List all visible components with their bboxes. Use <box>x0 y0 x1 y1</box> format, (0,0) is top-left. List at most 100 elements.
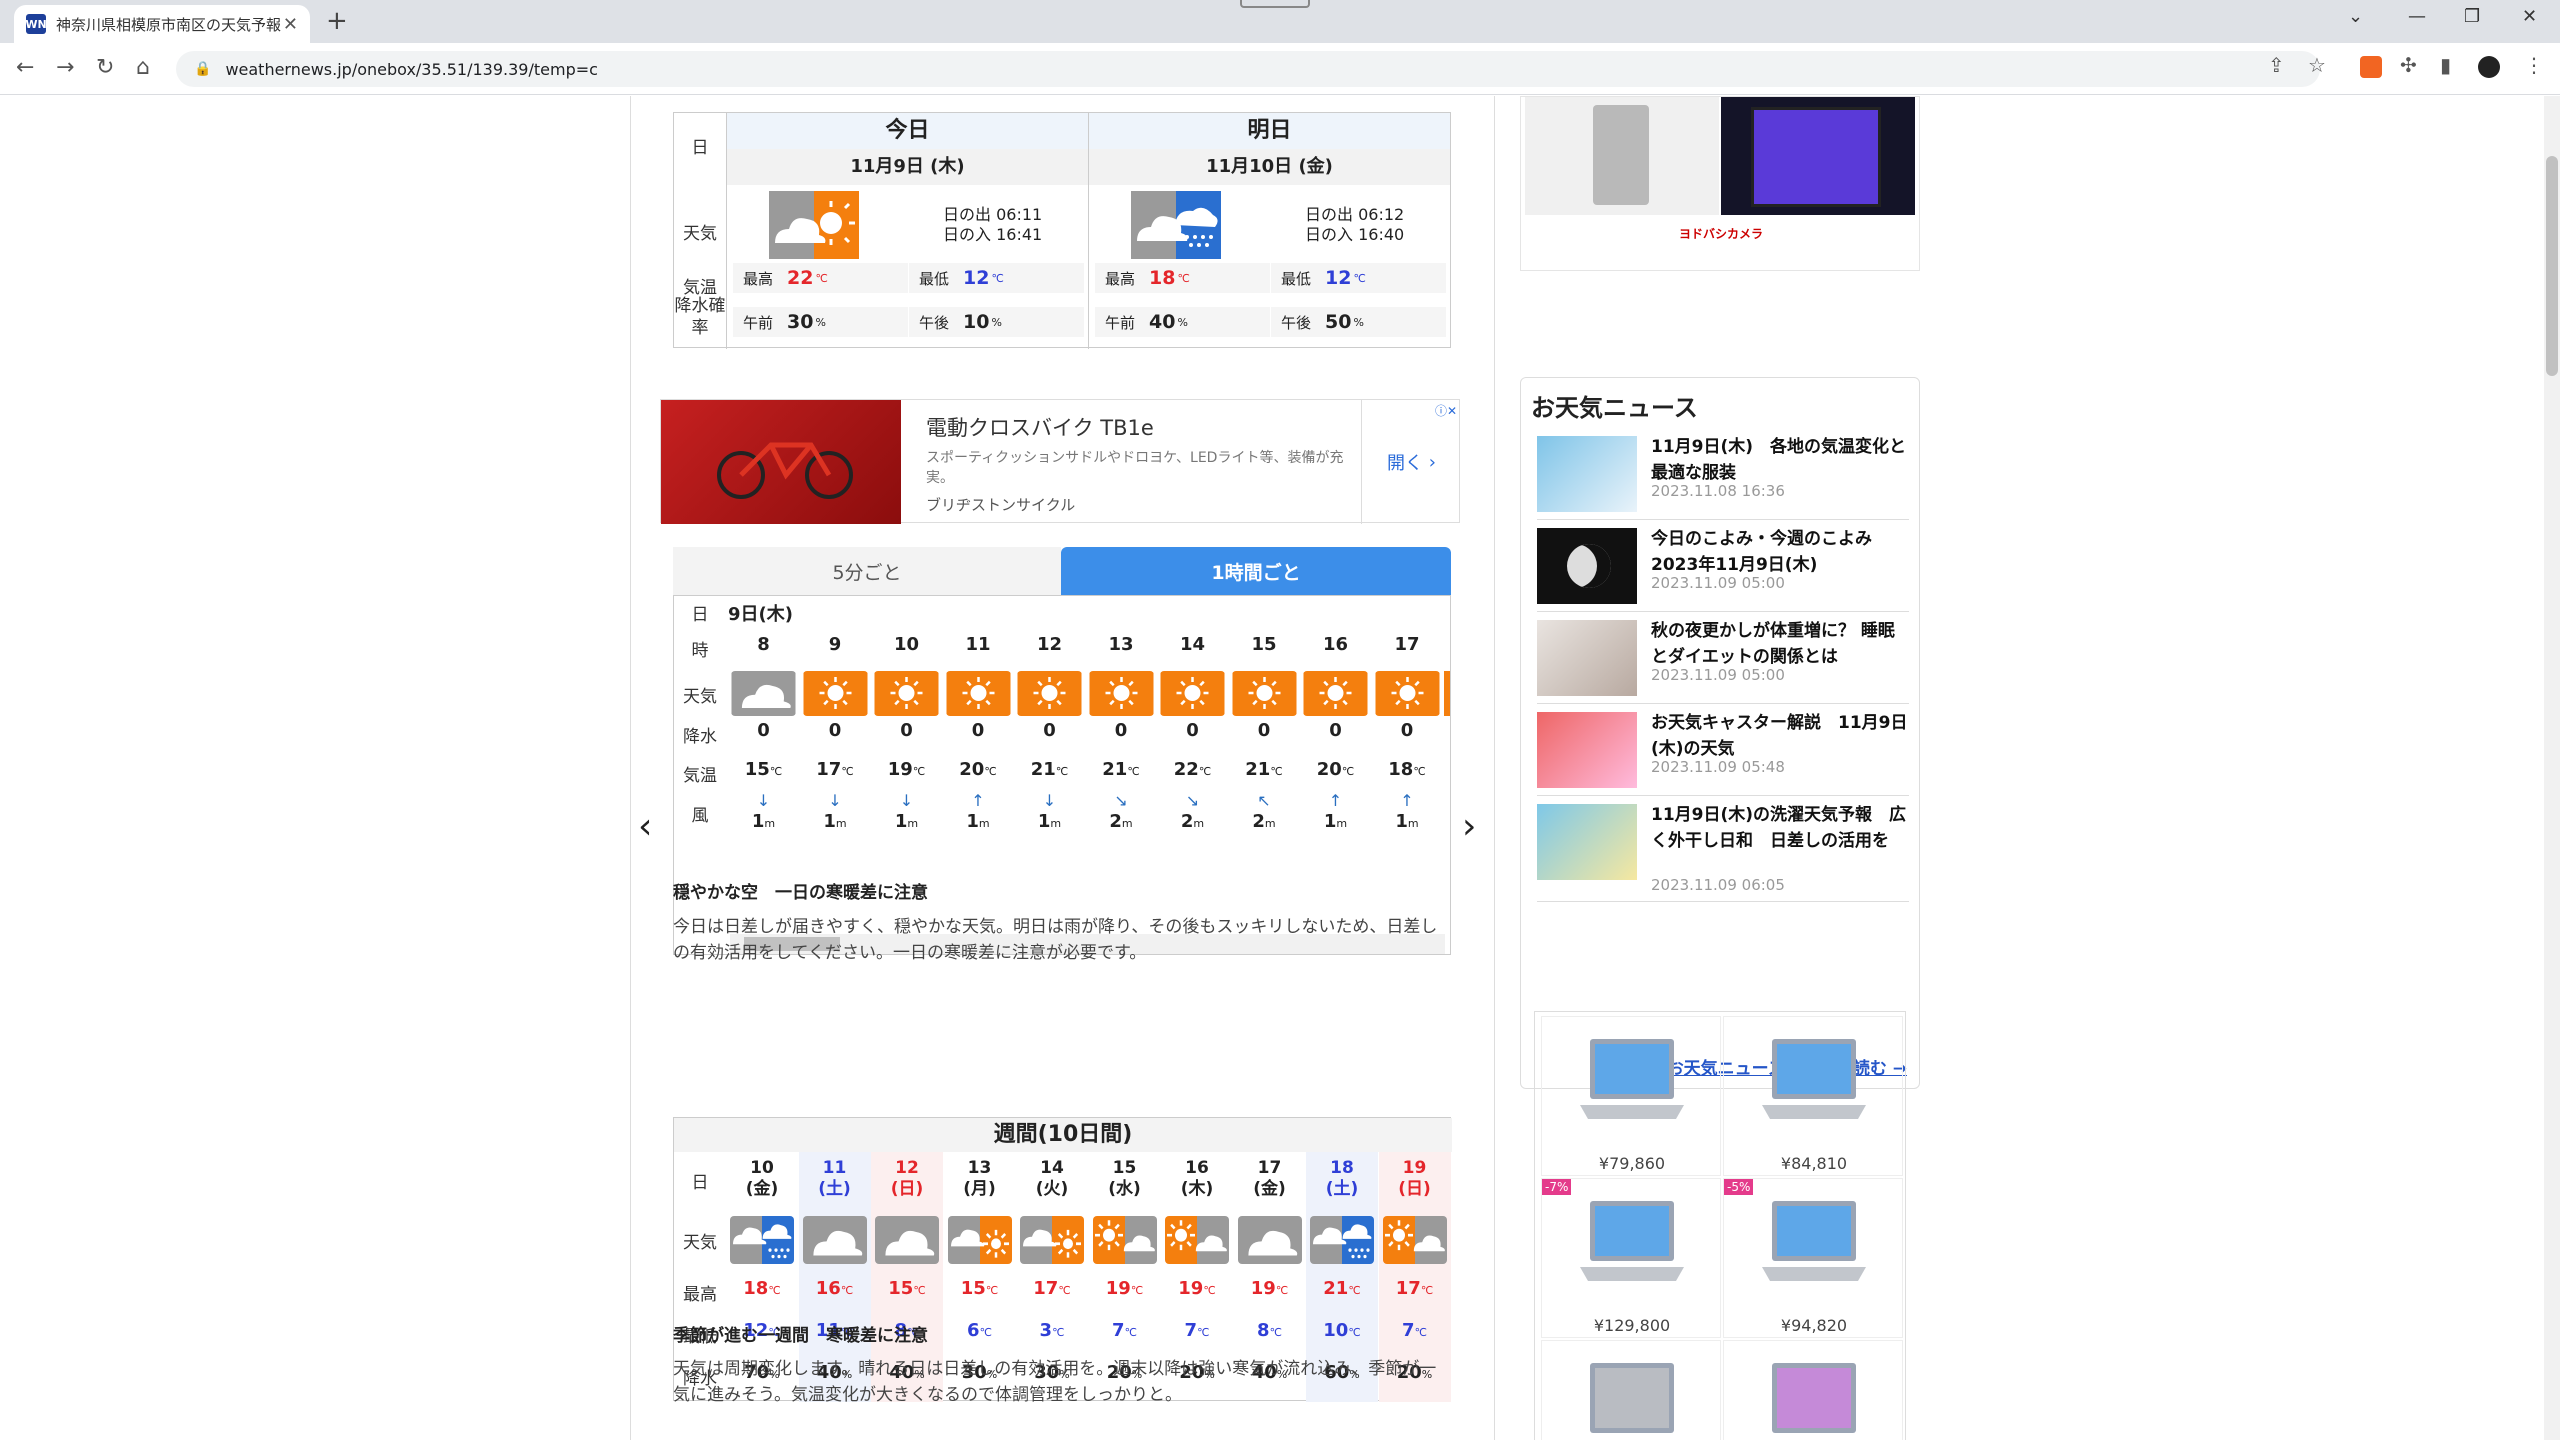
unit: m <box>1407 817 1419 830</box>
unit: ℃ <box>1348 1326 1361 1339</box>
news-headline[interactable]: 11月9日(木) 各地の気温変化と最適な服装 <box>1651 434 1909 486</box>
product-card[interactable]: -7% ¥129,800 <box>1541 1178 1721 1338</box>
hour-temp-value: 21 <box>1102 759 1128 780</box>
weekly-min-value: 7 <box>1112 1320 1125 1341</box>
restore-icon[interactable]: ❐ <box>2464 6 2480 27</box>
news-headline[interactable]: お天気キャスター解説 11月9日(木)の天気 <box>1651 710 1909 762</box>
sun-icon <box>1017 671 1082 716</box>
page-scroll-thumb[interactable] <box>2546 156 2558 376</box>
minimize-icon[interactable]: — <box>2408 6 2426 27</box>
browser-tab[interactable]: WN 神奈川県相模原市南区の天気予報 ✕ <box>14 5 310 43</box>
product-price: ¥129,800 <box>1593 1316 1671 1335</box>
bookmark-star-icon[interactable]: ☆ <box>2308 53 2326 77</box>
weekly-min: 3℃ <box>1016 1320 1088 1341</box>
cloud-rain-icon <box>730 1216 794 1264</box>
page-scrollbar[interactable] <box>2544 96 2560 1440</box>
product-card[interactable]: ¥79,860 <box>1541 1016 1721 1176</box>
news-thumbnail[interactable] <box>1537 804 1637 880</box>
product-card[interactable]: ¥84,810 <box>1723 1016 1903 1176</box>
rss-extension-icon[interactable] <box>2360 56 2382 78</box>
menu-dots-icon[interactable]: ⋮ <box>2524 53 2544 77</box>
today-sunrise: 日の出 06:11 <box>943 205 1043 224</box>
news-thumbnail[interactable] <box>1537 620 1637 696</box>
weekly-max-value: 19 <box>1250 1278 1276 1299</box>
hour-wind: 1m <box>800 811 871 832</box>
lock-icon[interactable]: 🔒 <box>194 61 211 77</box>
news-headline[interactable]: 11月9日(木)の洗濯天気予報 広く外干し日和 日差しの活用を <box>1651 802 1909 854</box>
row-label-hour: 時 <box>691 641 709 661</box>
news-item[interactable]: 11月9日(木)の洗濯天気予報 広く外干し日和 日差しの活用を 2023.11.0… <box>1537 798 1909 902</box>
address-bar[interactable]: 🔒 weathernews.jp/onebox/35.51/139.39/tem… <box>176 51 2320 87</box>
weekly-date-number: 18 <box>1330 1158 1354 1178</box>
hourly-date: 9日(木) <box>728 604 793 625</box>
news-thumbnail[interactable] <box>1537 528 1637 604</box>
product-price: ¥79,860 <box>1598 1154 1666 1173</box>
sun-icon <box>1303 671 1368 716</box>
hourly-next-arrow-icon[interactable]: › <box>1462 806 1476 847</box>
close-tab-icon[interactable]: ✕ <box>283 14 298 35</box>
ad-info-icon[interactable]: ⓘ✕ <box>1435 402 1457 419</box>
news-headline[interactable]: 今日のこよみ・今週のこよみ 2023年11月9日(木) <box>1651 526 1909 578</box>
back-icon[interactable]: ← <box>16 55 34 80</box>
side-panel-icon[interactable]: ▮ <box>2440 53 2451 77</box>
hourly-prev-arrow-icon[interactable]: ‹ <box>638 806 652 847</box>
tab-search-icon[interactable]: ⌄ <box>2348 6 2363 27</box>
sidebar-appliance-ad[interactable]: ヨドバシカメラ <box>1520 96 1920 271</box>
hour-wind-value: 2 <box>1252 811 1265 832</box>
yodobashi-logo: ヨドバシカメラ <box>1678 227 1763 241</box>
weekly-date: 11 (土) <box>799 1158 871 1200</box>
weekly-max: 15℃ <box>944 1278 1016 1299</box>
news-headline[interactable]: 秋の夜更かしが体重増に？ 睡眠とダイエットの関係とは <box>1651 618 1909 670</box>
forward-icon[interactable]: → <box>56 55 74 80</box>
news-thumbnail[interactable] <box>1537 712 1637 788</box>
ad-image[interactable] <box>661 400 901 524</box>
hour-rain: 0 <box>971 720 985 741</box>
weekly-weekday: (土) <box>1325 1179 1359 1199</box>
home-icon[interactable]: ⌂ <box>136 55 150 80</box>
news-item[interactable]: 今日のこよみ・今週のこよみ 2023年11月9日(木) 2023.11.09 05… <box>1537 522 1909 612</box>
news-item[interactable]: お天気キャスター解説 11月9日(木)の天気 2023.11.09 05:48 <box>1537 706 1909 796</box>
weekly-max-value: 16 <box>815 1278 841 1299</box>
profile-avatar[interactable] <box>2478 56 2500 78</box>
weekly-weekday: (金) <box>1253 1179 1286 1199</box>
news-thumbnail[interactable] <box>1537 436 1637 512</box>
tomorrow-pm-cell: 午後 50% <box>1271 307 1446 337</box>
bike-ad-banner[interactable]: 電動クロスバイク TB1e スポーティクッションサドルやドロヨケ、LEDライト等… <box>660 399 1460 524</box>
product-card[interactable] <box>1541 1340 1721 1440</box>
tab-1hour[interactable]: 1時間ごと <box>1061 547 1451 595</box>
extensions-puzzle-icon[interactable]: ✣ <box>2400 53 2417 77</box>
discount-badge: -7% <box>1542 1179 1572 1195</box>
unit: ℃ <box>1198 765 1212 778</box>
laptop-image <box>1762 1201 1866 1281</box>
row-label-temp: 気温 <box>683 766 717 786</box>
laptop-image <box>1590 1363 1674 1433</box>
fridge-image[interactable] <box>1525 97 1719 215</box>
minibar-image[interactable] <box>1721 97 1915 215</box>
tab-5min[interactable]: 5分ごと <box>673 547 1061 595</box>
sun-cloud-icon <box>1382 1216 1447 1264</box>
unit: m <box>1121 817 1133 830</box>
tab-search-handle[interactable] <box>1240 0 1310 8</box>
weekly-summary-text: 天気は周期変化します。晴れる日は日差しの有効活用を。週末以降は強い寒気が流れ込み… <box>673 1359 1437 1405</box>
browser-toolbar: ← → ↻ ⌂ 🔒 weathernews.jp/onebox/35.51/13… <box>0 43 2560 95</box>
new-tab-icon[interactable]: + <box>326 6 348 36</box>
close-window-icon[interactable]: ✕ <box>2522 6 2537 27</box>
product-card[interactable]: -5% ¥94,820 <box>1723 1178 1903 1338</box>
weekly-min-value: 7 <box>1184 1320 1198 1341</box>
news-item[interactable]: 11月9日(木) 各地の気温変化と最適な服装 2023.11.08 16:36 <box>1537 430 1909 520</box>
product-card[interactable] <box>1723 1340 1903 1440</box>
hour-label: 9 <box>828 634 842 655</box>
weekly-max-value: 21 <box>1323 1278 1349 1299</box>
product-ad-grid: ¥79,860 ¥84,810 -7% ¥129,800 -5% ¥94,820 <box>1534 1011 1906 1440</box>
sun-icon <box>946 671 1010 716</box>
share-icon[interactable]: ⇪ <box>2268 53 2285 77</box>
ad-title[interactable]: 電動クロスバイク TB1e <box>926 412 1154 442</box>
news-item[interactable]: 秋の夜更かしが体重増に？ 睡眠とダイエットの関係とは 2023.11.09 05:… <box>1537 614 1909 704</box>
unit: ℃ <box>1052 1326 1065 1339</box>
weekly-date-number: 14 <box>1040 1158 1064 1178</box>
laptop-image <box>1772 1363 1856 1433</box>
reload-icon[interactable]: ↻ <box>96 55 114 80</box>
weekly-max-value: 17 <box>1033 1278 1059 1299</box>
row-label-day: 日 <box>691 1173 709 1193</box>
hour-label: 16 <box>1322 634 1349 655</box>
